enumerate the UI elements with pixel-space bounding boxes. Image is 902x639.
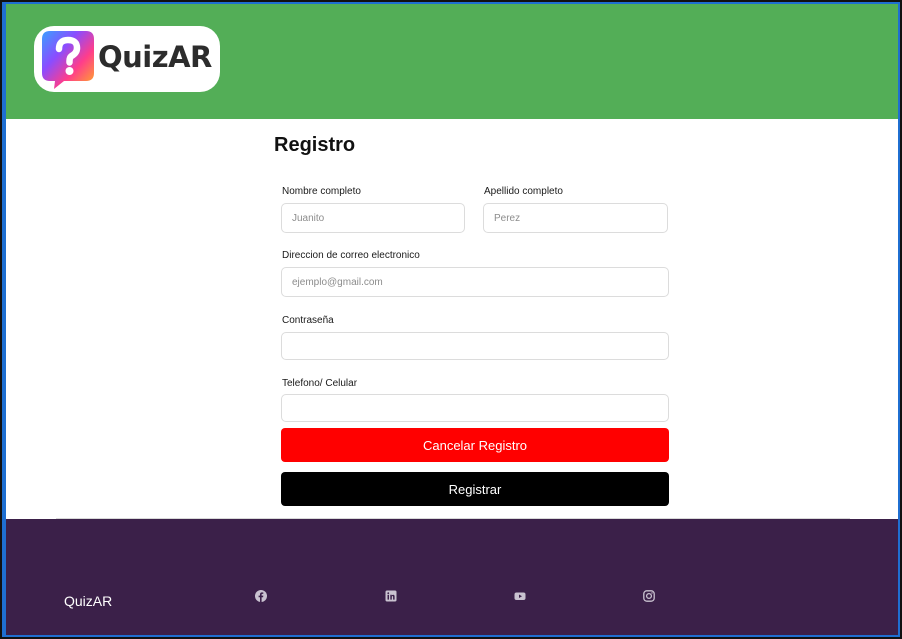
first-name-field[interactable]: [281, 203, 465, 233]
page-title: Registro: [274, 134, 356, 156]
last-name-label: Apellido completo: [484, 186, 563, 197]
youtube-icon[interactable]: [513, 589, 527, 603]
password-field[interactable]: [281, 332, 669, 360]
instagram-icon[interactable]: [642, 589, 656, 603]
email-field[interactable]: [281, 267, 669, 297]
page: QuizAR Registro Nombre completo Apellido…: [6, 4, 898, 635]
facebook-icon[interactable]: [254, 589, 268, 603]
linkedin-icon[interactable]: [384, 589, 398, 603]
cancel-registration-button[interactable]: Cancelar Registro: [281, 428, 669, 462]
email-label: Direccion de correo electronico: [282, 250, 420, 261]
phone-field[interactable]: [281, 394, 669, 422]
register-button[interactable]: Registrar: [281, 472, 669, 506]
logo-text: QuizAR: [98, 40, 212, 74]
password-label: Contraseña: [282, 315, 334, 326]
logo[interactable]: QuizAR: [34, 26, 220, 92]
last-name-field[interactable]: [483, 203, 668, 233]
site-footer: QuizAR: [6, 519, 898, 635]
first-name-label: Nombre completo: [282, 186, 361, 197]
footer-brand: QuizAR: [64, 593, 113, 609]
phone-label: Telefono/ Celular: [282, 378, 358, 389]
site-header: QuizAR: [6, 4, 898, 119]
question-bubble-icon: [42, 31, 94, 89]
browser-frame: QuizAR Registro Nombre completo Apellido…: [0, 0, 902, 639]
